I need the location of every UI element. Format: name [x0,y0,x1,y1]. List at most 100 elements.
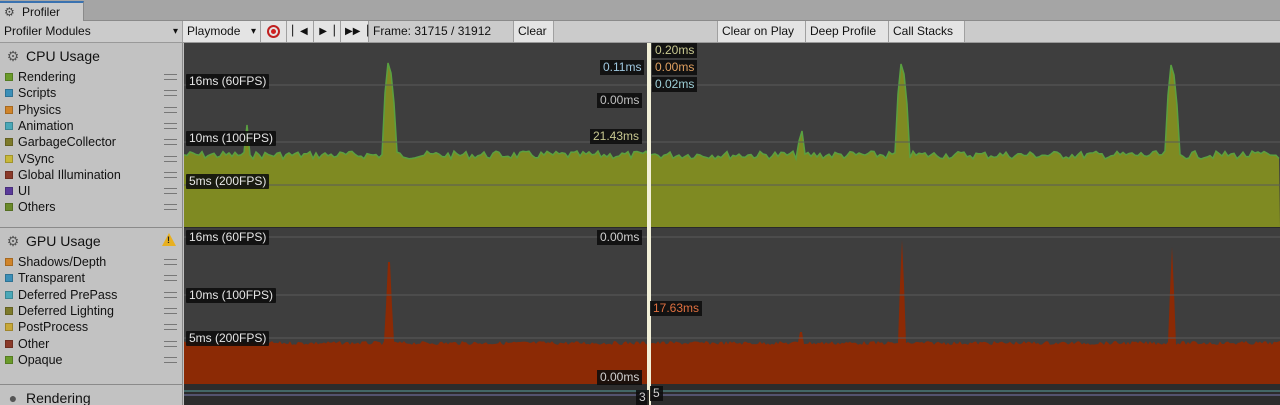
legend-label: Shadows/Depth [18,255,107,269]
cpu-legend-item[interactable]: Rendering [0,69,182,85]
drag-handle-icon[interactable] [164,307,177,314]
drag-handle-icon[interactable] [164,204,177,211]
clear-on-play-button[interactable]: Clear on Play [718,21,806,42]
profiler-chart-canvas[interactable] [184,43,1280,405]
gpu-legend-item[interactable]: PostProcess [0,319,182,335]
cpu-legend-item[interactable]: Physics [0,102,182,118]
legend-label: Animation [18,118,74,133]
cpu-legend-item[interactable]: Animation [0,118,182,134]
gpu-cursor-value-top: 0.00ms [597,230,643,245]
drag-handle-icon[interactable] [164,90,177,97]
cpu-legend-item[interactable]: Global Illumination [0,167,182,183]
drag-handle-icon[interactable] [164,291,177,298]
legend-color-swatch[interactable] [5,258,13,266]
cpu-legend-item[interactable]: VSync [0,151,182,167]
clear-on-play-label: Clear on Play [722,24,795,38]
legend-label: Other [18,336,50,351]
legend-color-swatch[interactable] [5,203,13,212]
legend-color-swatch[interactable] [5,154,13,163]
next-frame-button[interactable]: ▶▕ [314,21,341,42]
profiler-modules-dropdown[interactable]: Profiler Modules [0,21,183,42]
gpu-threshold-60fps: 16ms (60FPS) [186,230,270,245]
rendering-icon: ● [8,390,18,405]
legend-color-swatch[interactable] [5,89,13,98]
legend-color-swatch[interactable] [5,323,13,332]
cpu-cursor-value-animation: 0.02ms [652,77,698,92]
legend-label: Physics [18,102,62,117]
legend-label: Global Illumination [18,167,121,182]
module-separator [184,227,1280,228]
gpu-legend-item[interactable]: Transparent [0,270,182,286]
call-stacks-label: Call Stacks [893,24,954,38]
legend-color-swatch[interactable] [5,355,13,364]
drag-handle-icon[interactable] [164,122,177,129]
profiler-icon: ⚙ [4,5,15,19]
drag-handle-icon[interactable] [164,275,177,282]
legend-color-swatch[interactable] [5,306,13,315]
prev-frame-button[interactable]: ▏◀ [287,21,314,42]
drag-handle-icon[interactable] [164,139,177,146]
record-button[interactable] [261,21,287,42]
deep-profile-label: Deep Profile [810,24,877,38]
legend-label: Opaque [18,352,63,367]
frame-cursor [647,43,651,405]
legend-color-swatch[interactable] [5,187,13,196]
gpu-threshold-100fps: 10ms (100FPS) [186,288,277,303]
profiler-charts[interactable]: 16ms (60FPS) 10ms (100FPS) 5ms (200FPS) … [184,43,1280,405]
legend-color-swatch[interactable] [5,274,13,283]
call-stacks-button[interactable]: Call Stacks [889,21,965,42]
gpu-threshold-200fps: 5ms (200FPS) [186,331,270,346]
gpu-module-title: GPU Usage [26,233,101,249]
gpu-legend-item[interactable]: Deferred Lighting [0,303,182,319]
profiler-modules-label: Profiler Modules [4,24,91,38]
legend-color-swatch[interactable] [5,121,13,130]
legend-color-swatch[interactable] [5,290,13,299]
cpu-legend-item[interactable]: GarbageCollector [0,134,182,150]
cpu-legend-item[interactable]: UI [0,183,182,199]
last-frame-button[interactable]: ▶▶▕ [341,21,369,42]
legend-color-swatch[interactable] [5,170,13,179]
drag-handle-icon[interactable] [164,74,177,80]
cpu-module-header[interactable]: ⚙ CPU Usage [0,44,182,68]
cpu-legend-item[interactable]: Scripts [0,85,182,101]
legend-color-swatch[interactable] [5,105,13,114]
drag-handle-icon[interactable] [164,324,177,331]
legend-label: Deferred PrePass [18,287,118,302]
gpu-legend-item[interactable]: Other [0,336,182,352]
rendering-module-title: Rendering [26,390,91,405]
gpu-legend-item[interactable]: Deferred PrePass [0,287,182,303]
cpu-legend-item[interactable]: Others [0,199,182,215]
gpu-module-header[interactable]: ⚙ GPU Usage ! [0,229,182,253]
frame-indicator: Frame: 31715 / 31912 [369,21,514,42]
rendering-module-header[interactable]: ● Rendering [0,386,182,405]
window-tab-bar: ⚙ Profiler [0,0,1280,21]
legend-label: UI [18,184,31,199]
legend-color-swatch[interactable] [5,138,13,147]
toolbar-filler [965,21,1280,42]
drag-handle-icon[interactable] [164,171,177,178]
drag-handle-icon[interactable] [164,356,177,363]
cpu-icon: ⚙ [6,48,20,64]
module-sidebar: ⚙ CPU Usage Rendering Scripts Physics Anima… [0,43,183,405]
deep-profile-button[interactable]: Deep Profile [806,21,889,42]
legend-color-swatch[interactable] [5,339,13,348]
record-icon [267,25,280,38]
drag-handle-icon[interactable] [164,155,177,162]
drag-handle-icon[interactable] [164,340,177,347]
drag-handle-icon[interactable] [164,106,177,113]
rendering-cursor-value-right: 5 [650,386,663,401]
legend-color-swatch[interactable] [5,73,13,81]
legend-label: VSync [18,151,55,166]
target-dropdown[interactable]: Playmode [183,21,261,42]
cpu-threshold-200fps: 5ms (200FPS) [186,174,270,189]
profiler-tab[interactable]: ⚙ Profiler [0,1,84,21]
gpu-legend-item[interactable]: Shadows/Depth [0,254,182,270]
cpu-cursor-value-total: 21.43ms [590,129,643,144]
warning-icon[interactable]: ! [162,233,176,246]
drag-handle-icon[interactable] [164,188,177,195]
gpu-legend-item[interactable]: Opaque [0,352,182,368]
clear-button[interactable]: Clear [514,21,554,42]
legend-label: Scripts [18,86,57,101]
drag-handle-icon[interactable] [164,259,177,265]
cpu-cursor-value-gc: 0.00ms [597,93,643,108]
